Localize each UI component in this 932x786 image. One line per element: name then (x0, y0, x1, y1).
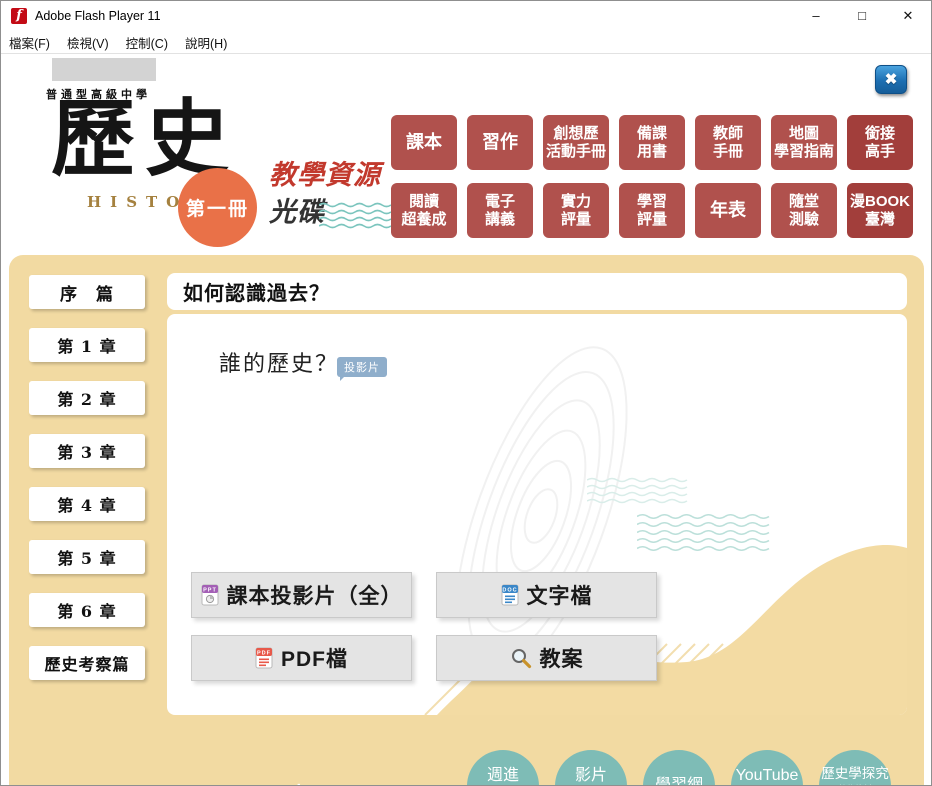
youtube-channel-button[interactable]: YouTube 頻道 (731, 750, 803, 785)
titlebar: f Adobe Flash Player 11 – □ ✕ (1, 1, 931, 31)
sidebar-item-5[interactable]: 第 5 章 (29, 540, 145, 574)
text-file-button[interactable]: DOC 文字檔 (436, 572, 657, 618)
section-title-bar: 如何認識過去？ (167, 273, 907, 310)
resource-button-7[interactable]: 閱讀 超養成 (391, 183, 457, 238)
resource-button-6[interactable]: 銜接 高手 (847, 115, 913, 170)
sidebar-item-7[interactable]: 歷史考察篇 (29, 646, 145, 680)
file-button-grid: PPT 課本投影片（全） DOC 文字檔 PDF PDF檔 教案 (191, 572, 657, 681)
subtitle-resources: 教學資源 (269, 160, 381, 191)
waves-decoration-header (319, 202, 392, 229)
resource-button-9[interactable]: 實力 評量 (543, 183, 609, 238)
sidebar-item-6[interactable]: 第 6 章 (29, 593, 145, 627)
resource-button-grid: 課本 習作 創想歷 活動手冊 備課 用書 教師 手冊 地圖 學習指南 銜接 高手閱讀 超養成… (391, 115, 913, 238)
svg-text:DOC: DOC (502, 588, 517, 594)
menu-item-1[interactable]: 檢視(V) (67, 33, 109, 52)
menu-item-2[interactable]: 控制(C) (126, 33, 168, 52)
sidebar-item-0[interactable]: 序 篇 (29, 275, 145, 309)
footer-circles: 週進 度表影片 清單學習網 YouTube 頻道歷史學探究數位教材 分享平臺 (467, 750, 891, 785)
flash-player-window: f Adobe Flash Player 11 – □ ✕ 檔案(F) 檢視(V)… (0, 0, 932, 786)
maximize-button[interactable]: □ (839, 1, 885, 31)
chapter-sidebar: 序 篇第 1 章第 2 章第 3 章第 4 章第 5 章第 6 章歷史考察篇 (29, 275, 145, 699)
resource-button-0[interactable]: 課本 (391, 115, 457, 170)
ppt-file-icon: PPT (201, 584, 218, 606)
sidebar-item-2[interactable]: 第 2 章 (29, 381, 145, 415)
doc-file-icon: DOC (501, 584, 518, 606)
chapter-panel: 序 篇第 1 章第 2 章第 3 章第 4 章第 5 章第 6 章歷史考察篇 如… (9, 255, 924, 785)
panel-close-button[interactable]: ✖ (875, 65, 907, 94)
resource-button-3[interactable]: 備課 用書 (619, 115, 685, 170)
school-logo-censored (52, 58, 156, 81)
resource-button-8[interactable]: 電子 講義 (467, 183, 533, 238)
menubar: 檔案(F) 檢視(V) 控制(C) 說明(H) (1, 31, 931, 54)
pdf-file-icon: PDF (255, 647, 273, 669)
flash-player-icon: f (11, 8, 27, 24)
sidebar-item-1[interactable]: 第 1 章 (29, 328, 145, 362)
svg-text:PPT: PPT (203, 588, 217, 594)
resource-button-10[interactable]: 學習 評量 (619, 183, 685, 238)
section-title: 如何認識過去？ (183, 283, 330, 305)
resource-button-13[interactable]: 漫BOOK 臺灣 (847, 183, 913, 238)
publisher-logo: 三民書局 (186, 779, 334, 785)
lesson-plan-button[interactable]: 教案 (436, 635, 657, 681)
subtitle-disc: 光碟 (269, 197, 325, 228)
publisher-name: 三民書局 (234, 779, 334, 785)
pdf-file-button[interactable]: PDF PDF檔 (191, 635, 412, 681)
window-title: Adobe Flash Player 11 (35, 9, 161, 23)
volume-badge: 第一冊 (178, 168, 257, 247)
sidebar-item-3[interactable]: 第 3 章 (29, 434, 145, 468)
flash-stage: 普通型高級中學 歷史 HISTORY 第一冊 教學資源 光碟 ✖ 課本 習作 創想歷… (1, 55, 931, 785)
resource-button-4[interactable]: 教師 手冊 (695, 115, 761, 170)
learning-web-button[interactable]: 學習網 (643, 750, 715, 785)
resource-button-11[interactable]: 年表 (695, 183, 761, 238)
menu-item-0[interactable]: 檔案(F) (9, 33, 50, 52)
resource-button-12[interactable]: 隨堂 測驗 (771, 183, 837, 238)
slides-tag: 投影片 (337, 357, 387, 381)
week-progress-button[interactable]: 週進 度表 (467, 750, 539, 785)
resource-button-2[interactable]: 創想歷 活動手冊 (543, 115, 609, 170)
content-panel: 誰的歷史？ 投影片 PPT 課本投影片（全） DOC 文字檔 PDF PDF檔 … (167, 314, 907, 715)
minimize-button[interactable]: – (793, 1, 839, 31)
video-list-button[interactable]: 影片 清單 (555, 750, 627, 785)
slides-all-button[interactable]: PPT 課本投影片（全） (191, 572, 412, 618)
svg-text:PDF: PDF (257, 651, 271, 657)
menu-item-3[interactable]: 說明(H) (185, 33, 227, 52)
history-inquiry-button[interactable]: 歷史學探究數位教材 分享平臺 (819, 750, 891, 785)
magnifier-icon (511, 649, 531, 669)
sidebar-item-4[interactable]: 第 4 章 (29, 487, 145, 521)
resource-button-1[interactable]: 習作 (467, 115, 533, 170)
resource-button-5[interactable]: 地圖 學習指南 (771, 115, 837, 170)
question-title: 誰的歷史？ (219, 351, 340, 376)
close-button[interactable]: ✕ (885, 1, 931, 31)
